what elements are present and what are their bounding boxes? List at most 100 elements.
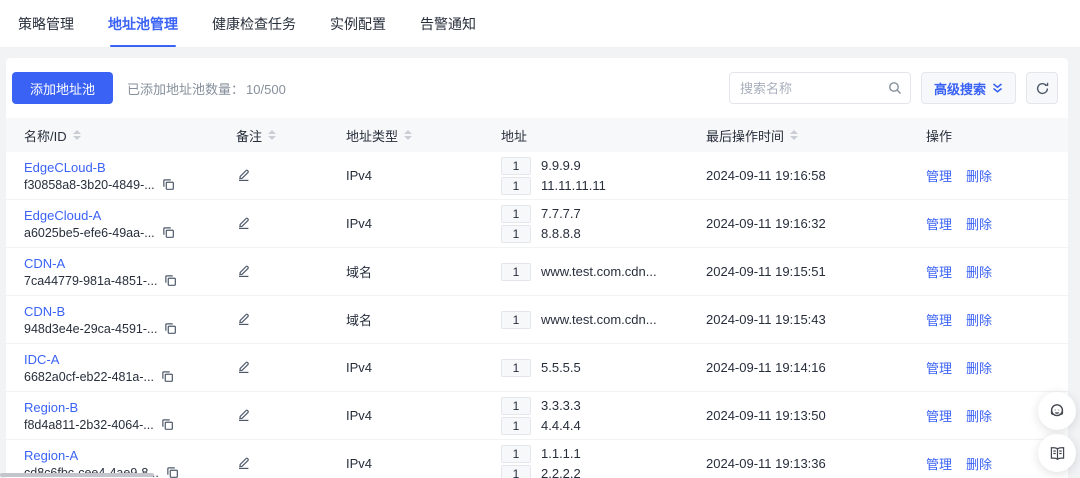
delete-link[interactable]: 删除 bbox=[966, 358, 992, 377]
address-entry: 1 11.11.11.11 bbox=[501, 177, 688, 195]
copy-icon[interactable] bbox=[162, 178, 175, 191]
column-header-label: 操作 bbox=[926, 126, 952, 145]
sort-icon[interactable] bbox=[404, 130, 412, 140]
address-entry: 1 5.5.5.5 bbox=[501, 359, 688, 377]
pool-name-link[interactable]: EdgeCloud-A bbox=[24, 208, 218, 223]
address-type: IPv4 bbox=[328, 360, 483, 375]
tab[interactable]: 实例配置 bbox=[330, 0, 386, 47]
pool-id: 6682a0cf-eb22-481a-... bbox=[24, 370, 154, 384]
column-header-label: 最后操作时间 bbox=[706, 126, 784, 145]
column-header[interactable]: 地址类型 bbox=[328, 126, 483, 145]
tab[interactable]: 健康检查任务 bbox=[212, 0, 296, 47]
tab[interactable]: 策略管理 bbox=[18, 0, 74, 47]
copy-icon[interactable] bbox=[161, 370, 174, 383]
pool-name-link[interactable]: CDN-A bbox=[24, 256, 218, 271]
tab-label: 健康检查任务 bbox=[212, 14, 296, 34]
pool-count: 已添加地址池数量：10/500 bbox=[127, 79, 286, 98]
manage-link[interactable]: 管理 bbox=[926, 358, 952, 377]
delete-link[interactable]: 删除 bbox=[966, 262, 992, 281]
address-type: 域名 bbox=[328, 310, 483, 329]
search-icon[interactable] bbox=[888, 81, 902, 95]
table-row: CDN-A 7ca44779-981a-4851-... bbox=[6, 248, 1068, 296]
delete-link[interactable]: 删除 bbox=[966, 214, 992, 233]
advanced-search-button[interactable]: 高级搜索 bbox=[921, 72, 1016, 104]
tab-label: 地址池管理 bbox=[108, 14, 178, 34]
copy-icon[interactable] bbox=[164, 274, 177, 287]
weight-badge: 1 bbox=[501, 225, 531, 243]
address-value: 8.8.8.8 bbox=[541, 226, 581, 241]
delete-link[interactable]: 删除 bbox=[966, 166, 992, 185]
address-entry: 1 2.2.2.2 bbox=[501, 465, 688, 478]
edit-note-icon[interactable] bbox=[236, 311, 251, 326]
manage-link[interactable]: 管理 bbox=[926, 454, 952, 473]
manage-link[interactable]: 管理 bbox=[926, 214, 952, 233]
column-header[interactable]: 最后操作时间 bbox=[688, 126, 908, 145]
address-entry: 1 1.1.1.1 bbox=[501, 445, 688, 463]
weight-badge: 1 bbox=[501, 177, 531, 195]
tab-label: 实例配置 bbox=[330, 14, 386, 34]
last-operation-time: 2024-09-11 19:13:36 bbox=[688, 456, 908, 471]
pool-name-link[interactable]: CDN-B bbox=[24, 304, 218, 319]
column-header[interactable]: 地址 bbox=[483, 126, 688, 145]
add-pool-button[interactable]: 添加地址池 bbox=[12, 72, 113, 104]
pool-id: 7ca44779-981a-4851-... bbox=[24, 274, 157, 288]
horizontal-scrollbar[interactable] bbox=[0, 473, 154, 477]
weight-badge: 1 bbox=[501, 397, 531, 415]
pool-id: f30858a8-3b20-4849-... bbox=[24, 178, 155, 192]
edit-note-icon[interactable] bbox=[236, 263, 251, 278]
last-operation-time: 2024-09-11 19:16:58 bbox=[688, 168, 908, 183]
address-entry: 1 9.9.9.9 bbox=[501, 157, 688, 175]
copy-icon[interactable] bbox=[162, 226, 175, 239]
double-chevron-down-icon bbox=[992, 82, 1003, 94]
copy-icon[interactable] bbox=[164, 322, 177, 335]
manage-link[interactable]: 管理 bbox=[926, 262, 952, 281]
sort-icon[interactable] bbox=[73, 130, 81, 140]
address-list: 1 7.7.7.7 1 8.8.8.8 bbox=[483, 203, 688, 245]
address-list: 1 5.5.5.5 bbox=[483, 357, 688, 379]
manage-link[interactable]: 管理 bbox=[926, 166, 952, 185]
tab[interactable]: 地址池管理 bbox=[108, 0, 178, 47]
edit-note-icon[interactable] bbox=[236, 455, 251, 470]
pool-name-link[interactable]: Region-B bbox=[24, 400, 218, 415]
advanced-search-label: 高级搜索 bbox=[934, 79, 986, 98]
delete-link[interactable]: 删除 bbox=[966, 454, 992, 473]
weight-badge: 1 bbox=[501, 465, 531, 478]
last-operation-time: 2024-09-11 19:15:43 bbox=[688, 312, 908, 327]
tab[interactable]: 告警通知 bbox=[420, 0, 476, 47]
address-list: 1 3.3.3.3 1 4.4.4.4 bbox=[483, 395, 688, 437]
delete-link[interactable]: 删除 bbox=[966, 406, 992, 425]
pool-name-link[interactable]: IDC-A bbox=[24, 352, 218, 367]
delete-link[interactable]: 删除 bbox=[966, 310, 992, 329]
copy-icon[interactable] bbox=[161, 418, 174, 431]
column-header-label: 地址类型 bbox=[346, 126, 398, 145]
column-header[interactable]: 备注 bbox=[218, 126, 328, 145]
sort-icon[interactable] bbox=[790, 130, 798, 140]
manage-link[interactable]: 管理 bbox=[926, 406, 952, 425]
table-row: CDN-B 948d3e4e-29ca-4591-... bbox=[6, 296, 1068, 344]
edit-note-icon[interactable] bbox=[236, 359, 251, 374]
pool-id: 948d3e4e-29ca-4591-... bbox=[24, 322, 157, 336]
column-header[interactable]: 操作 bbox=[908, 126, 1068, 145]
address-value: 1.1.1.1 bbox=[541, 446, 581, 461]
sort-icon[interactable] bbox=[268, 130, 276, 140]
edit-note-icon[interactable] bbox=[236, 167, 251, 182]
customer-service-button[interactable] bbox=[1038, 392, 1076, 430]
edit-note-icon[interactable] bbox=[236, 215, 251, 230]
docs-button[interactable] bbox=[1038, 434, 1076, 472]
manage-link[interactable]: 管理 bbox=[926, 310, 952, 329]
address-type: IPv4 bbox=[328, 216, 483, 231]
pool-name-link[interactable]: Region-A bbox=[24, 448, 218, 463]
column-header[interactable]: 名称/ID bbox=[6, 126, 218, 145]
address-value: 7.7.7.7 bbox=[541, 206, 581, 221]
pool-id: a6025be5-efe6-49aa-... bbox=[24, 226, 155, 240]
copy-icon[interactable] bbox=[166, 466, 179, 478]
edit-note-icon[interactable] bbox=[236, 407, 251, 422]
table-row: IDC-A 6682a0cf-eb22-481a-... bbox=[6, 344, 1068, 392]
pool-count-value: 10/500 bbox=[246, 82, 286, 97]
address-type: IPv4 bbox=[328, 456, 483, 471]
refresh-button[interactable] bbox=[1026, 72, 1058, 104]
refresh-icon bbox=[1035, 81, 1050, 96]
pool-name-link[interactable]: EdgeCLoud-B bbox=[24, 160, 218, 175]
search-input[interactable] bbox=[740, 81, 888, 96]
table-header-row: 名称/ID 备注 地址类型 地址 最后操作时间 bbox=[6, 118, 1068, 152]
